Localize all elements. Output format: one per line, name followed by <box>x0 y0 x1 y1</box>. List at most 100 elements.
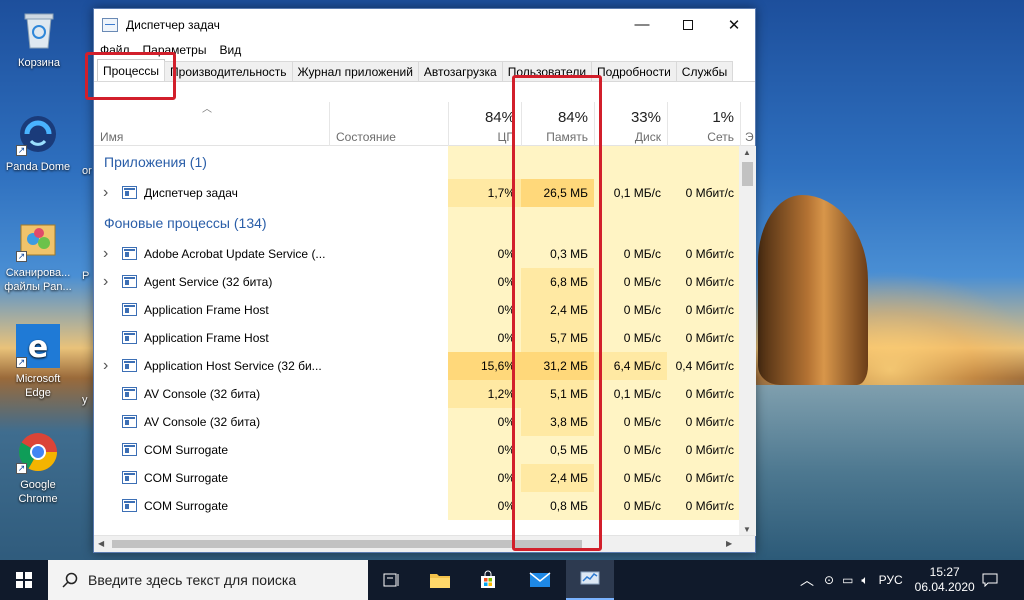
group-label: Фоновые процессы (134) <box>104 215 267 231</box>
start-button[interactable] <box>0 560 48 600</box>
task-manager-app-icon <box>102 17 118 32</box>
scroll-thumb[interactable] <box>742 162 753 186</box>
group-label: Приложения (1) <box>104 154 207 170</box>
menu-view[interactable]: Вид <box>219 43 241 57</box>
process-net-value: 0 Мбит/с <box>667 464 740 492</box>
process-name: Application Host Service (32 би... <box>144 359 322 373</box>
language-indicator[interactable]: РУС <box>879 573 903 587</box>
table-row[interactable]: › Диспетчер задач 1,7% 26,5 МБ 0,1 МБ/с 0 Мби… <box>94 179 755 207</box>
maximize-icon <box>683 19 693 30</box>
tab-performance[interactable]: Производительность <box>164 61 293 81</box>
process-net-value: 0 Мбит/с <box>667 179 740 207</box>
shortcut-arrow-icon: ↗ <box>16 357 27 368</box>
shortcut-arrow-icon: ↗ <box>16 463 27 474</box>
tray-expand-icon[interactable]: ︿ <box>800 570 814 590</box>
expand-chevron-icon[interactable]: › <box>103 268 108 296</box>
taskbar-explorer[interactable] <box>416 560 464 600</box>
column-disk-label: Диск <box>634 130 661 144</box>
process-net-value: 0 Мбит/с <box>667 296 740 324</box>
process-net-value: 0 Мбит/с <box>667 324 740 352</box>
column-network-label: Сеть <box>707 130 734 144</box>
notifications-button[interactable] <box>968 560 1012 600</box>
desktop-icon-label: Panda Dome <box>5 161 71 173</box>
desktop-icon-label: Сканирова... файлы Pan... <box>4 267 72 293</box>
tab-services[interactable]: Службы <box>675 61 734 81</box>
process-grid: ︿ Имя Состояние 84% ЦП 84% Память 33% Ди… <box>94 102 755 520</box>
table-row[interactable]: AV Console (32 бита) 1,2% 5,1 МБ 0,1 МБ/с 0 … <box>94 380 755 408</box>
maximize-button[interactable] <box>665 9 711 40</box>
process-cpu-value: 0% <box>448 296 521 324</box>
taskbar-task-manager[interactable] <box>566 560 614 600</box>
table-row[interactable]: AV Console (32 бита) 0% 3,8 МБ 0 МБ/с 0 Мбит… <box>94 408 755 436</box>
taskbar-mail[interactable] <box>516 560 564 600</box>
volume-icon[interactable]: 🔈︎ <box>861 573 868 588</box>
desktop-icon-recycle-bin[interactable]: Корзина <box>3 8 75 70</box>
process-name: AV Console (32 бита) <box>144 415 261 429</box>
menu-bar: Файл Параметры Вид <box>94 40 755 60</box>
table-row[interactable]: › Agent Service (32 бита) 0% 6,8 МБ 0 МБ/с 0 … <box>94 268 755 296</box>
column-extra[interactable]: Э <box>740 102 755 146</box>
expand-chevron-icon[interactable]: › <box>103 179 108 207</box>
process-name: COM Surrogate <box>144 499 229 513</box>
process-cpu-value: 0% <box>448 240 521 268</box>
tab-app-history[interactable]: Журнал приложений <box>291 61 419 81</box>
process-disk-value: 0 МБ/с <box>594 492 667 520</box>
process-window-icon <box>122 186 137 199</box>
process-window-icon <box>122 331 137 344</box>
desktop-icon-panda-dome[interactable]: ↗ Panda Dome <box>2 112 74 174</box>
scroll-left-icon: ◀ <box>98 539 105 548</box>
process-list: Приложения (1) › Диспетчер задач 1,7% 26,5 М… <box>94 146 755 520</box>
scroll-up-icon: ▲ <box>743 148 751 157</box>
process-window-icon <box>122 247 137 260</box>
process-window-icon <box>122 443 137 456</box>
column-cpu[interactable]: 84% ЦП <box>448 102 521 146</box>
table-row[interactable]: Application Frame Host 0% 2,4 МБ 0 МБ/с 0 Мб… <box>94 296 755 324</box>
column-name[interactable]: Имя <box>94 102 329 146</box>
clock[interactable]: 15:27 06.04.2020 <box>915 565 975 595</box>
column-network[interactable]: 1% Сеть <box>667 102 740 146</box>
group-background: Фоновые процессы (134) <box>94 207 755 240</box>
table-row[interactable]: › Application Host Service (32 би... 15,6%… <box>94 352 755 380</box>
heat-cell <box>667 207 740 240</box>
close-button[interactable]: ✕ <box>711 9 757 40</box>
taskbar-store[interactable] <box>464 560 512 600</box>
network-icon[interactable]: ▭ <box>842 573 853 587</box>
process-window-icon <box>122 387 137 400</box>
panda-dome-icon: ↗ <box>16 112 60 156</box>
process-name: COM Surrogate <box>144 471 229 485</box>
cpu-total: 84% <box>484 109 515 126</box>
taskbar-search[interactable]: Введите здесь текст для поиска <box>48 560 368 600</box>
expand-chevron-icon[interactable]: › <box>103 240 108 268</box>
process-name-cell: Application Frame Host <box>94 324 444 352</box>
desktop-icon-edge[interactable]: e ↗ Microsoft Edge <box>2 324 74 400</box>
location-icon[interactable]: ⊙ <box>824 573 834 587</box>
table-row[interactable]: COM Surrogate 0% 0,5 МБ 0 МБ/с 0 Мбит/с <box>94 436 755 464</box>
process-disk-value: 0,1 МБ/с <box>594 179 667 207</box>
column-disk[interactable]: 33% Диск <box>594 102 667 146</box>
table-row[interactable]: COM Surrogate 0% 0,8 МБ 0 МБ/с 0 Мбит/с <box>94 492 755 520</box>
panda-scan-icon: ↗ <box>16 218 60 262</box>
search-icon <box>62 572 78 588</box>
task-view-button[interactable] <box>368 560 416 600</box>
column-extra-label: Э <box>745 130 754 144</box>
tab-startup[interactable]: Автозагрузка <box>417 61 503 81</box>
process-cpu-value: 1,7% <box>448 179 521 207</box>
process-name-cell: AV Console (32 бита) <box>94 408 444 436</box>
horizontal-scrollbar[interactable]: ◀ ▶ <box>94 535 755 552</box>
desktop-icon-chrome[interactable]: ↗ Google Chrome <box>2 430 74 506</box>
table-row[interactable]: › Adobe Acrobat Update Service (... 0% 0,3 … <box>94 240 755 268</box>
process-name-cell: › Agent Service (32 бита) <box>94 268 444 296</box>
expand-chevron-icon[interactable]: › <box>103 352 108 380</box>
heat-cell <box>667 146 740 179</box>
table-row[interactable]: Application Frame Host 0% 5,7 МБ 0 МБ/с 0 Мб… <box>94 324 755 352</box>
tab-details[interactable]: Подробности <box>591 61 677 81</box>
folder-icon <box>430 574 450 588</box>
column-status[interactable]: Состояние <box>329 102 448 146</box>
table-row[interactable]: COM Surrogate 0% 2,4 МБ 0 МБ/с 0 Мбит/с <box>94 464 755 492</box>
title-bar[interactable]: Диспетчер задач — ✕ <box>94 9 755 40</box>
vertical-scrollbar[interactable]: ▲ ▼ <box>739 146 756 536</box>
process-disk-value: 0 МБ/с <box>594 296 667 324</box>
minimize-button[interactable]: — <box>619 9 665 40</box>
clipped-desktop-label: or <box>82 165 92 177</box>
desktop-icon-panda-scan[interactable]: ↗ Сканирова... файлы Pan... <box>2 218 74 294</box>
